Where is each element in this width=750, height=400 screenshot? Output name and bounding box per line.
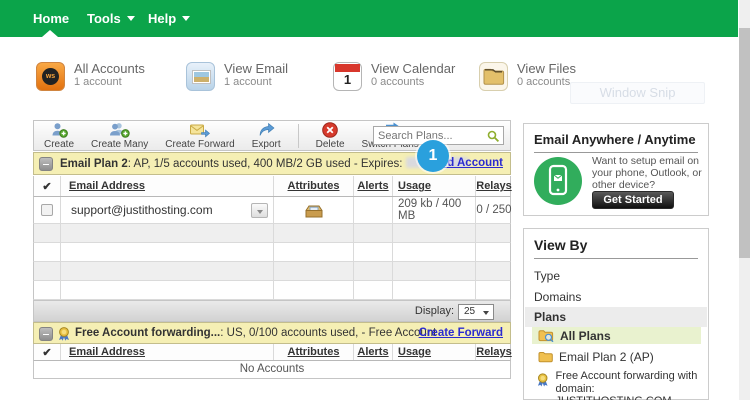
- display-count-select[interactable]: 25: [458, 303, 494, 320]
- chevron-down-icon: [182, 16, 191, 21]
- summary-count: 0 accounts: [371, 76, 425, 88]
- summary-title: All Accounts: [74, 61, 145, 76]
- view-by-domains[interactable]: Domains: [534, 290, 581, 304]
- email-address: support@justithosting.com: [71, 203, 213, 217]
- row-dropdown-button[interactable]: [251, 203, 268, 218]
- summary-count: 1 account: [74, 76, 122, 88]
- step-1-badge: 1: [417, 140, 449, 172]
- view-by-plans[interactable]: Plans: [525, 307, 707, 327]
- accounts-table-header: ✔ Email Address Attributes Alerts Usage …: [33, 176, 512, 197]
- promo-text: Want to setup email on your phone, Outlo…: [592, 155, 702, 191]
- empty-table-row: [33, 281, 511, 300]
- export-button[interactable]: Export: [252, 122, 281, 150]
- email-admin-page: Home Tools Help ws All Accounts 1 account…: [0, 0, 750, 400]
- scrollbar-thumb[interactable]: [739, 28, 750, 258]
- email-address-header[interactable]: Email Address: [61, 176, 274, 196]
- summary-all-accounts[interactable]: ws All Accounts 1 account: [36, 62, 145, 91]
- promo-title: Email Anywhere / Anytime: [534, 132, 698, 153]
- empty-table-row: [33, 243, 511, 262]
- top-nav: Home Tools Help: [0, 0, 738, 37]
- export-arrow-icon: [259, 122, 275, 136]
- create-button[interactable]: Create: [44, 122, 74, 150]
- mailbox-attribute-icon[interactable]: [304, 203, 324, 218]
- forward-account-icon: [537, 373, 548, 387]
- chevron-down-icon: [126, 16, 135, 21]
- plan-banner-text: Email Plan 2: AP, 1/5 accounts used, 400…: [60, 157, 468, 170]
- summary-view-files[interactable]: View Files 0 accounts: [479, 62, 576, 91]
- forward-table-header: ✔ Email Address Attributes Alerts Usage …: [33, 344, 512, 361]
- relays-header[interactable]: Relays: [476, 176, 512, 196]
- forward-banner-text: Free Account forwarding...: US, 0/100 ac…: [75, 327, 437, 339]
- collapse-icon[interactable]: [39, 157, 53, 171]
- all-plans-item[interactable]: All Plans: [532, 327, 701, 344]
- summary-title: View Files: [517, 61, 577, 76]
- view-by-card: View By Type Domains Plans All Plans Ema…: [523, 228, 709, 400]
- active-tab-notch: [42, 30, 58, 37]
- email-address-header[interactable]: Email Address: [61, 344, 274, 360]
- forward-envelope-icon: [190, 124, 210, 137]
- attributes-header[interactable]: Attributes: [274, 344, 354, 360]
- table-row: support@justithosting.com 209 kb / 400 M…: [33, 197, 512, 224]
- empty-table-row: [33, 224, 511, 243]
- usage-cell: 209 kb / 400 MB: [393, 197, 476, 223]
- create-many-button[interactable]: Create Many: [91, 122, 148, 150]
- summary-title: View Calendar: [371, 61, 456, 76]
- window-snip-ghost-button: Window Snip: [570, 82, 705, 104]
- create-many-users-icon: [110, 122, 130, 138]
- free-forwarding-item[interactable]: Free Account forwarding withdomain: JUST…: [536, 370, 708, 400]
- relays-cell: 0 / 250: [476, 204, 512, 216]
- view-by-type[interactable]: Type: [534, 269, 560, 283]
- nav-home[interactable]: Home: [33, 11, 69, 26]
- nav-help[interactable]: Help: [148, 11, 191, 26]
- delete-icon: [322, 121, 338, 138]
- empty-table-row: [33, 262, 511, 281]
- create-forward-button[interactable]: Create Forward: [165, 122, 235, 150]
- select-all-header[interactable]: ✔: [34, 344, 61, 360]
- view-by-title: View By: [534, 237, 698, 259]
- row-checkbox[interactable]: [41, 204, 53, 216]
- forward-plan-banner: Free Account forwarding...: US, 0/100 ac…: [33, 322, 511, 344]
- email-plan-2-item[interactable]: Email Plan 2 (AP): [538, 350, 654, 364]
- view-files-icon: [479, 62, 508, 91]
- all-accounts-icon: ws: [36, 62, 65, 91]
- folder-icon: [538, 352, 553, 363]
- toolbar-divider: [297, 123, 299, 148]
- alerts-cell: [354, 197, 393, 223]
- nav-tools[interactable]: Tools: [87, 11, 135, 26]
- folder-search-icon: [538, 330, 554, 342]
- view-email-icon: [186, 62, 215, 91]
- attributes-header[interactable]: Attributes: [274, 176, 354, 196]
- view-calendar-icon: 1: [333, 62, 362, 91]
- create-forward-link[interactable]: Create Forward: [419, 327, 503, 339]
- summary-title: View Email: [224, 61, 289, 76]
- summary-count: 0 accounts: [517, 76, 571, 88]
- select-all-header[interactable]: ✔: [34, 176, 61, 196]
- usage-header[interactable]: Usage: [393, 176, 476, 196]
- phone-email-icon: [534, 157, 582, 205]
- collapse-icon[interactable]: [39, 327, 53, 341]
- display-label: Display:: [414, 305, 454, 317]
- email-anywhere-card: Email Anywhere / Anytime Want to setup e…: [523, 123, 709, 216]
- summary-view-email[interactable]: View Email 1 account: [186, 62, 288, 91]
- alerts-header[interactable]: Alerts: [354, 344, 393, 360]
- relays-header[interactable]: Relays: [476, 344, 512, 360]
- forward-account-icon: [59, 327, 69, 341]
- create-user-icon: [52, 122, 68, 138]
- usage-header[interactable]: Usage: [393, 344, 476, 360]
- table-footer: Display: 25: [33, 300, 511, 322]
- delete-button[interactable]: Delete: [316, 121, 345, 150]
- summary-count: 1 account: [224, 76, 272, 88]
- get-started-button[interactable]: Get Started: [592, 191, 674, 209]
- alerts-header[interactable]: Alerts: [354, 176, 393, 196]
- summary-view-calendar[interactable]: 1 View Calendar 0 accounts: [333, 62, 455, 91]
- search-icon[interactable]: [487, 130, 500, 143]
- no-accounts-row: No Accounts: [33, 361, 511, 379]
